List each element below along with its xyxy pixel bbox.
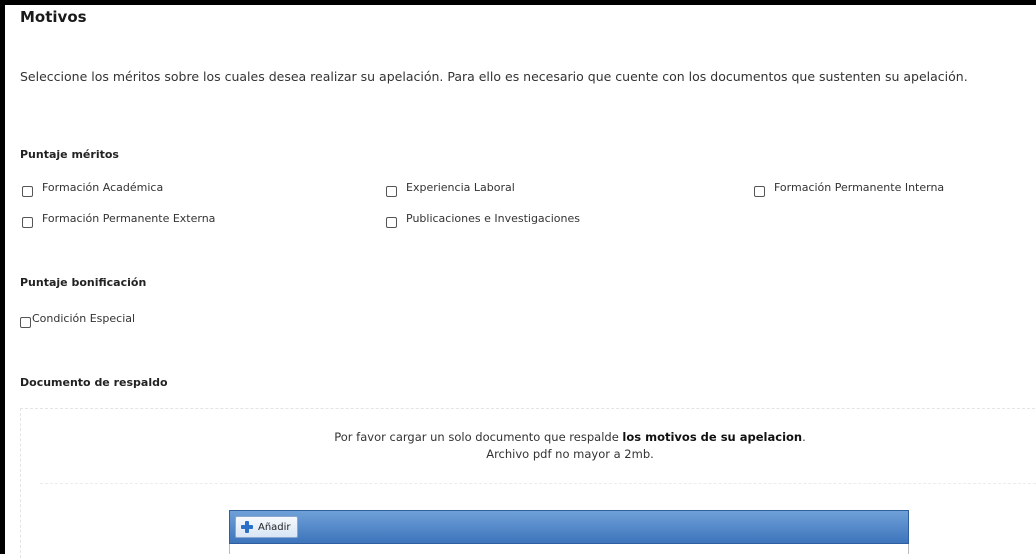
checkbox-box[interactable] bbox=[22, 217, 33, 228]
checkbox-formacion-permanente-interna[interactable]: Formación Permanente Interna bbox=[754, 181, 944, 198]
checkbox-formacion-permanente-externa[interactable]: Formación Permanente Externa bbox=[22, 212, 215, 229]
checkbox-formacion-academica[interactable]: Formación Académica bbox=[22, 181, 163, 198]
checkbox-label: Formación Académica bbox=[42, 181, 164, 194]
checkbox-box[interactable] bbox=[754, 186, 765, 197]
file-list-panel bbox=[229, 544, 909, 554]
checkbox-box[interactable] bbox=[386, 217, 397, 228]
checkbox-label: Condición Especial bbox=[32, 312, 136, 325]
checkbox-label: Formación Permanente Interna bbox=[774, 181, 945, 194]
upload-instruction: Por favor cargar un solo documento que r… bbox=[0, 430, 1036, 444]
section-description: Seleccione los méritos sobre los cuales … bbox=[20, 69, 968, 84]
puntaje-meritos-heading: Puntaje méritos bbox=[20, 148, 119, 161]
checkbox-publicaciones-investigaciones[interactable]: Publicaciones e Investigaciones bbox=[386, 212, 580, 229]
add-button-label: Añadir bbox=[258, 521, 291, 533]
frame-left-border bbox=[0, 0, 5, 554]
frame-top-border bbox=[0, 0, 1036, 5]
checkbox-box[interactable] bbox=[22, 186, 33, 197]
upload-divider bbox=[40, 483, 1036, 484]
checkbox-box[interactable] bbox=[386, 186, 397, 197]
checkbox-box[interactable] bbox=[20, 317, 31, 328]
checkbox-label: Experiencia Laboral bbox=[406, 181, 515, 194]
instruction-end: . bbox=[802, 430, 806, 444]
checkbox-label: Publicaciones e Investigaciones bbox=[406, 212, 580, 225]
documento-respaldo-heading: Documento de respaldo bbox=[20, 376, 168, 389]
puntaje-bonificacion-heading: Puntaje bonificación bbox=[20, 276, 147, 289]
upload-toolbar: Añadir bbox=[229, 510, 909, 544]
instruction-bold-text: los motivos de su apelacion bbox=[622, 430, 803, 444]
add-file-button[interactable]: Añadir bbox=[235, 516, 298, 538]
checkbox-label: Formación Permanente Externa bbox=[42, 212, 216, 225]
instruction-text: Por favor cargar un solo documento que r… bbox=[334, 430, 623, 444]
plus-icon bbox=[240, 520, 254, 534]
section-title: Motivos bbox=[20, 8, 87, 26]
checkbox-experiencia-laboral[interactable]: Experiencia Laboral bbox=[386, 181, 515, 198]
file-note: Archivo pdf no mayor a 2mb. bbox=[486, 447, 654, 461]
checkbox-condicion-especial[interactable]: Condición Especial bbox=[20, 312, 135, 329]
